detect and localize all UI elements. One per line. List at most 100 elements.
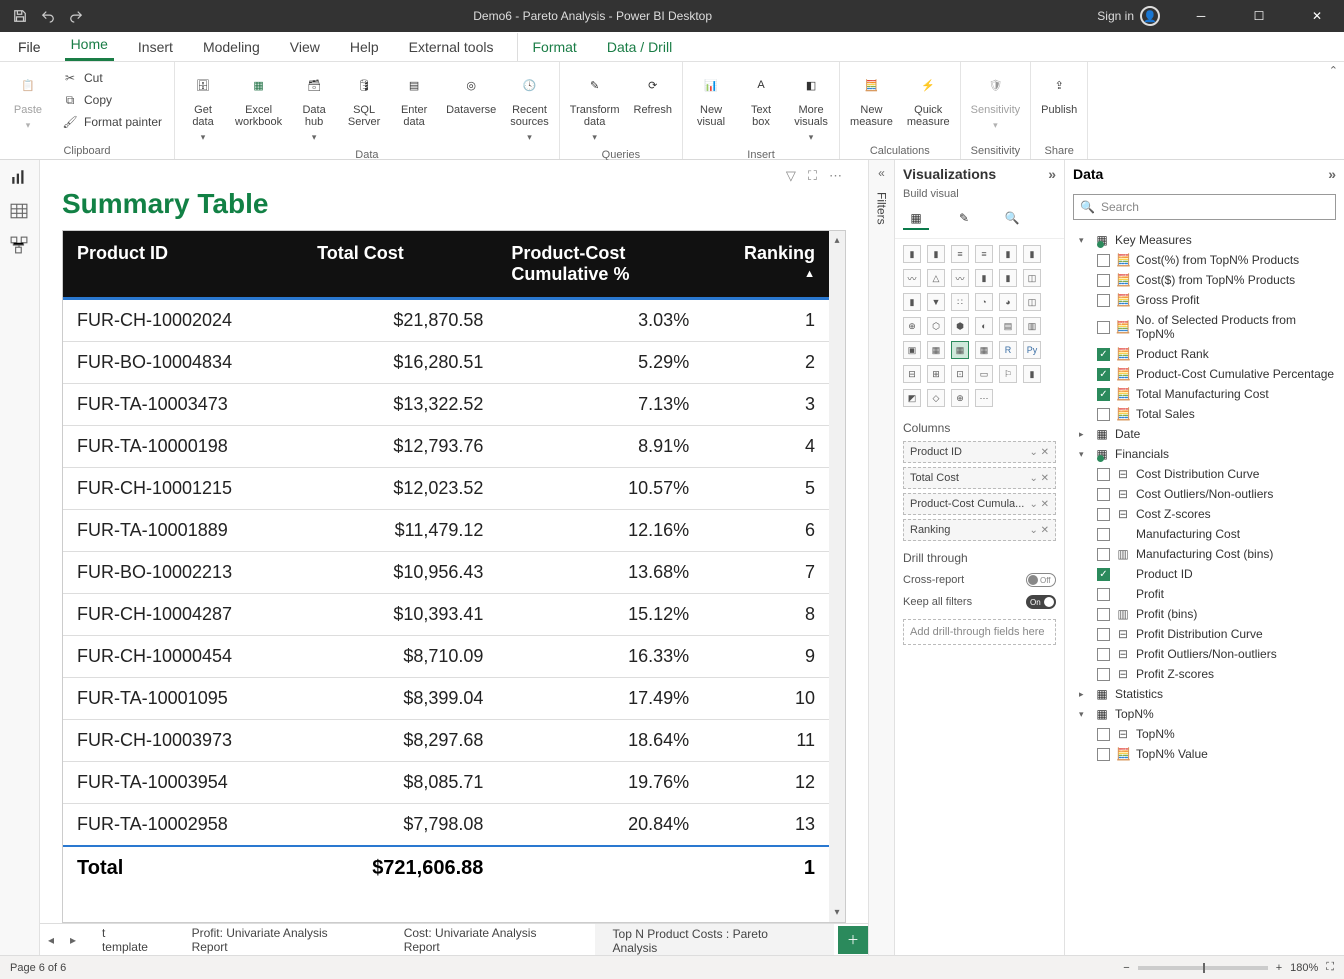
field-item[interactable]: ✓🧮Product Rank [1069,344,1340,364]
viz-type-icon[interactable]: ▮ [999,245,1017,263]
viz-type-icon[interactable]: 〰 [903,269,921,287]
viz-type-icon[interactable]: 〰 [951,269,969,287]
zoom-slider[interactable] [1138,966,1268,970]
tab-format[interactable]: Format [517,33,582,61]
field-item[interactable]: ▥Manufacturing Cost (bins) [1069,544,1340,564]
viz-type-icon[interactable]: ∷ [951,293,969,311]
redo-icon[interactable] [64,4,88,28]
viz-type-icon[interactable]: ◇ [927,389,945,407]
field-item[interactable]: ⊟Cost Outliers/Non-outliers [1069,484,1340,504]
viz-type-icon[interactable]: ▮ [1023,365,1041,383]
format-tab-icon[interactable]: ✎ [951,208,977,230]
signin-button[interactable]: Sign in 👤 [1097,6,1166,26]
table-row[interactable]: FUR-TA-10003954$8,085.7119.76%12 [63,762,829,804]
viz-type-icon[interactable]: ⬢ [951,317,969,335]
field-item[interactable]: 🧮Gross Profit [1069,290,1340,310]
table-row[interactable]: FUR-CH-10001215$12,023.5210.57%5 [63,468,829,510]
tab-help[interactable]: Help [344,33,385,61]
field-item[interactable]: 🧮Total Sales [1069,404,1340,424]
collapse-ribbon-icon[interactable]: ⌃ [1329,64,1338,77]
recent-sources-button[interactable]: 🕓Recent sources [506,66,553,147]
table-row[interactable]: FUR-TA-10002958$7,798.0820.84%13 [63,804,829,847]
viz-type-icon[interactable]: ▮ [927,245,945,263]
viz-type-icon[interactable]: ▮ [903,293,921,311]
viz-type-icon[interactable]: ▮ [999,269,1017,287]
viz-more-icon[interactable]: ⋯ [975,389,993,407]
well-ctrls[interactable]: ⌄ ✕ [1029,473,1049,484]
table-row[interactable]: FUR-CH-10002024$21,870.583.03%1 [63,299,829,342]
viz-type-icon[interactable]: ⊕ [951,389,969,407]
col-header-cumulative-pct[interactable]: Product-Cost Cumulative % [497,231,703,299]
table-row[interactable]: FUR-TA-10001889$11,479.1212.16%6 [63,510,829,552]
field-item[interactable]: Manufacturing Cost [1069,524,1340,544]
field-item[interactable]: 🧮Cost(%) from TopN% Products [1069,250,1340,270]
keep-filters-toggle[interactable] [1026,595,1056,609]
field-item[interactable]: ⊟Profit Distribution Curve [1069,624,1340,644]
data-search-input[interactable]: 🔍 Search [1073,194,1336,220]
new-measure-button[interactable]: 🧮New measure [846,66,897,132]
tab-insert[interactable]: Insert [132,33,179,61]
transform-data-button[interactable]: ✎Transform data [566,66,624,147]
viz-type-py-icon[interactable]: Py [1023,341,1041,359]
viz-type-icon[interactable]: ◕ [999,293,1017,311]
cross-report-toggle[interactable] [1026,573,1056,587]
viz-type-icon[interactable]: ⊞ [927,365,945,383]
field-well-total-cost[interactable]: Total Cost⌄ ✕ [903,467,1056,489]
viz-type-icon[interactable]: ▮ [975,269,993,287]
field-well-cumulative[interactable]: Product-Cost Cumula...⌄ ✕ [903,493,1056,515]
build-tab-icon[interactable]: ▦ [903,208,929,230]
fit-page-icon[interactable]: ⛶ [1326,961,1334,974]
page-next-icon[interactable]: ▸ [62,933,84,947]
undo-icon[interactable] [36,4,60,28]
field-item[interactable]: 🧮TopN% Value [1069,744,1340,764]
enter-data-button[interactable]: ▤Enter data [392,66,436,132]
col-header-ranking[interactable]: Ranking▲ [703,231,829,299]
group-topn[interactable]: ▾▦TopN% [1069,704,1340,724]
add-page-button[interactable]: ＋ [838,926,868,954]
report-view-icon[interactable] [10,168,30,188]
viz-type-icon[interactable]: ◩ [903,389,921,407]
table-scrollbar[interactable]: ▴ ▾ [829,231,845,922]
filters-pane-collapsed[interactable]: « Filters [868,160,894,955]
table-row[interactable]: FUR-CH-10004287$10,393.4115.12%8 [63,594,829,636]
save-icon[interactable] [8,4,32,28]
viz-type-table-icon[interactable]: ▦ [951,341,969,359]
page-tab-1[interactable]: t template [84,924,174,955]
analytics-tab-icon[interactable]: 🔍 [999,208,1025,230]
field-item[interactable]: 🧮Cost($) from TopN% Products [1069,270,1340,290]
page-tab-2[interactable]: Profit: Univariate Analysis Report [174,924,386,955]
table-row[interactable]: FUR-BO-10002213$10,956.4313.68%7 [63,552,829,594]
viz-type-icon[interactable]: ⊕ [903,317,921,335]
viz-type-icon[interactable]: ▮ [1023,245,1041,263]
field-item[interactable]: ⊟TopN% [1069,724,1340,744]
well-ctrls[interactable]: ⌄ ✕ [1029,525,1049,536]
minimize-button[interactable]: ─ [1178,0,1224,32]
viz-type-icon[interactable]: ◔ [975,293,993,311]
col-header-product-id[interactable]: Product ID [63,231,303,299]
text-box-button[interactable]: AText box [739,66,783,132]
table-row[interactable]: FUR-TA-10003473$13,322.527.13%3 [63,384,829,426]
tab-external-tools[interactable]: External tools [403,33,500,61]
zoom-out-icon[interactable]: − [1123,962,1129,974]
viz-type-icon[interactable]: ⊟ [903,365,921,383]
sql-server-button[interactable]: 🛢SQL Server [342,66,386,132]
page-tab-4[interactable]: Top N Product Costs : Pareto Analysis [595,924,834,955]
viz-type-icon[interactable]: ▥ [1023,317,1041,335]
field-item[interactable]: ▥Profit (bins) [1069,604,1340,624]
col-header-total-cost[interactable]: Total Cost [303,231,497,299]
copy-button[interactable]: ⧉Copy [60,90,164,110]
collapse-viz-icon[interactable]: » [1048,166,1056,182]
scroll-up-icon[interactable]: ▴ [834,235,839,246]
table-row[interactable]: FUR-CH-10003973$8,297.6818.64%11 [63,720,829,762]
page-prev-icon[interactable]: ◂ [40,933,62,947]
dataverse-button[interactable]: ◎Dataverse [442,66,500,120]
well-ctrls[interactable]: ⌄ ✕ [1029,499,1049,510]
group-financials[interactable]: ▾▦Financials [1069,444,1340,464]
field-item[interactable]: ⊟Cost Distribution Curve [1069,464,1340,484]
viz-type-icon[interactable]: ≡ [975,245,993,263]
field-well-ranking[interactable]: Ranking⌄ ✕ [903,519,1056,541]
viz-type-icon[interactable]: ⚐ [999,365,1017,383]
table-row[interactable]: FUR-TA-10001095$8,399.0417.49%10 [63,678,829,720]
page-tab-3[interactable]: Cost: Univariate Analysis Report [386,924,595,955]
viz-type-icon[interactable]: ▤ [999,317,1017,335]
